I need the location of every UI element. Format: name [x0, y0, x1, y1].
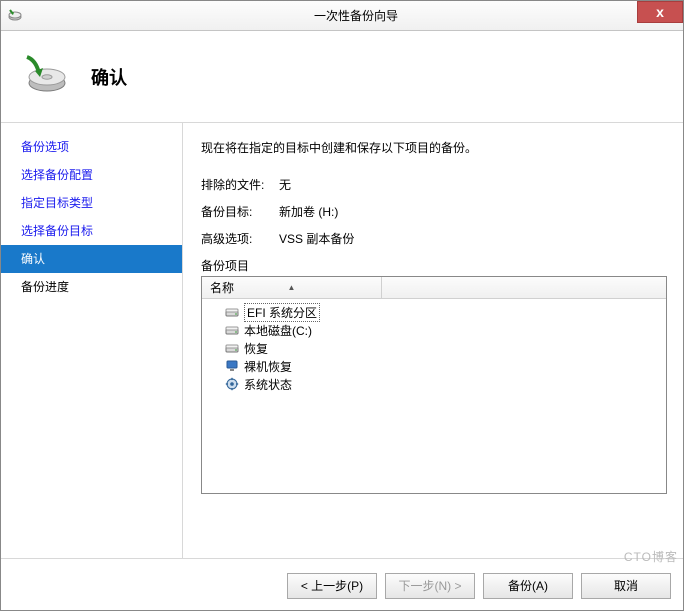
- list-item-label: 恢复: [244, 340, 268, 357]
- page-title: 确认: [91, 64, 127, 90]
- wizard-footer: < 上一步(P) 下一步(N) > 备份(A) 取消: [1, 558, 683, 612]
- list-header[interactable]: 名称 ▲: [202, 277, 666, 299]
- column-header-name[interactable]: 名称 ▲: [202, 277, 382, 298]
- drive-icon: [224, 324, 240, 336]
- watermark-text: CTO博客: [624, 548, 678, 565]
- excluded-value: 无: [279, 176, 291, 193]
- drive-icon: [224, 306, 240, 318]
- app-icon: [1, 8, 29, 24]
- sidebar-item-target-type[interactable]: 指定目标类型: [1, 189, 182, 217]
- cancel-button[interactable]: 取消: [581, 573, 671, 599]
- target-label: 备份目标:: [201, 203, 279, 220]
- sidebar-item-select-target[interactable]: 选择备份目标: [1, 217, 182, 245]
- wizard-steps-sidebar: 备份选项 选择备份配置 指定目标类型 选择备份目标 确认 备份进度: [1, 123, 183, 558]
- wizard-header-icon: [21, 53, 69, 101]
- titlebar: 一次性备份向导 x: [1, 1, 683, 31]
- header-band: 确认: [1, 31, 683, 123]
- list-item[interactable]: 本地磁盘(C:): [224, 321, 666, 339]
- drive-icon: [224, 342, 240, 354]
- previous-button[interactable]: < 上一步(P): [287, 573, 377, 599]
- gear-icon: [224, 377, 240, 391]
- main-panel: 现在将在指定的目标中创建和保存以下项目的备份。 排除的文件: 无 备份目标: 新…: [183, 123, 683, 558]
- advanced-value: VSS 副本备份: [279, 230, 354, 247]
- backup-items-list[interactable]: 名称 ▲ EFI 系统分区 本地磁盘(C:) 恢复: [201, 276, 667, 494]
- sidebar-item-select-config[interactable]: 选择备份配置: [1, 161, 182, 189]
- list-item[interactable]: 系统状态: [224, 375, 666, 393]
- items-label: 备份项目: [201, 257, 667, 274]
- list-item[interactable]: 裸机恢复: [224, 357, 666, 375]
- list-item[interactable]: EFI 系统分区: [224, 303, 666, 321]
- list-item-label: 系统状态: [244, 376, 292, 393]
- list-item-label: 裸机恢复: [244, 358, 292, 375]
- list-item-label: 本地磁盘(C:): [244, 322, 312, 339]
- close-button[interactable]: x: [637, 1, 683, 23]
- sort-indicator-icon: ▲: [288, 283, 296, 292]
- column-header-blank[interactable]: [382, 277, 666, 298]
- advanced-label: 高级选项:: [201, 230, 279, 247]
- pc-icon: [224, 359, 240, 373]
- list-item[interactable]: 恢复: [224, 339, 666, 357]
- backup-button[interactable]: 备份(A): [483, 573, 573, 599]
- excluded-label: 排除的文件:: [201, 176, 279, 193]
- sidebar-item-backup-options[interactable]: 备份选项: [1, 133, 182, 161]
- target-value: 新加卷 (H:): [279, 203, 338, 220]
- next-button: 下一步(N) >: [385, 573, 475, 599]
- window-title: 一次性备份向导: [29, 7, 683, 24]
- sidebar-item-progress: 备份进度: [1, 273, 182, 301]
- intro-text: 现在将在指定的目标中创建和保存以下项目的备份。: [201, 139, 667, 156]
- sidebar-item-confirm[interactable]: 确认: [1, 245, 182, 273]
- list-item-label: EFI 系统分区: [244, 303, 320, 322]
